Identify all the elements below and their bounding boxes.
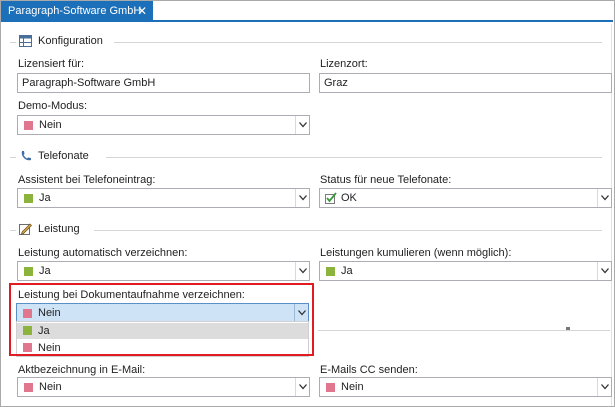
combo-value: Ja bbox=[341, 265, 353, 277]
section-leistung: Leistung bbox=[10, 223, 602, 237]
yes-status-icon bbox=[24, 194, 33, 203]
section-title: Leistung bbox=[38, 223, 80, 235]
assistent-label: Assistent bei Telefoneintrag: bbox=[18, 174, 156, 186]
tab-bar: Paragraph-Software GmbH ✕ bbox=[1, 1, 613, 22]
combo-value: Ja bbox=[39, 192, 51, 204]
tab-title: Paragraph-Software GmbH bbox=[8, 5, 142, 17]
chevron-down-icon[interactable] bbox=[295, 116, 309, 134]
section-divider-left bbox=[10, 157, 16, 158]
akt-combo[interactable]: Nein bbox=[17, 377, 310, 397]
section-divider bbox=[106, 157, 602, 158]
section-divider-left bbox=[10, 42, 16, 43]
combo-value: Ja bbox=[39, 265, 51, 277]
section-divider bbox=[114, 42, 602, 43]
combo-value: OK bbox=[341, 192, 357, 204]
chevron-down-icon[interactable] bbox=[597, 262, 611, 280]
chevron-down-icon[interactable] bbox=[295, 378, 309, 396]
demo-label: Demo-Modus: bbox=[18, 100, 88, 112]
table-icon bbox=[19, 35, 32, 47]
combo-value: Nein bbox=[341, 381, 364, 393]
edit-icon bbox=[19, 223, 32, 235]
cc-combo[interactable]: Nein bbox=[319, 377, 612, 397]
section-divider bbox=[318, 330, 610, 331]
chevron-down-icon[interactable] bbox=[295, 189, 309, 207]
akt-label: Aktbezeichnung in E-Mail: bbox=[18, 364, 146, 376]
check-icon bbox=[325, 192, 337, 204]
combo-value: Nein bbox=[39, 119, 62, 131]
close-icon[interactable]: ✕ bbox=[137, 1, 147, 22]
lizenzort-input[interactable]: Graz bbox=[319, 73, 612, 93]
yes-status-icon bbox=[24, 267, 33, 276]
kumulieren-combo[interactable]: Ja bbox=[319, 261, 612, 281]
lizenzort-label: Lizenzort: bbox=[320, 58, 368, 70]
no-status-icon bbox=[24, 121, 33, 130]
chevron-down-icon[interactable] bbox=[597, 189, 611, 207]
status-label: Status für neue Telefonate: bbox=[320, 174, 452, 186]
tab-paragraph-software[interactable]: Paragraph-Software GmbH ✕ bbox=[1, 1, 153, 22]
leistung-auto-combo[interactable]: Ja bbox=[17, 261, 310, 281]
phone-icon bbox=[21, 151, 31, 161]
section-divider bbox=[94, 230, 602, 231]
no-status-icon bbox=[326, 383, 335, 392]
cc-label: E-Mails CC senden: bbox=[320, 364, 418, 376]
section-title: Konfiguration bbox=[38, 35, 103, 47]
no-status-icon bbox=[24, 383, 33, 392]
lizensiert-label: Lizensiert für: bbox=[18, 58, 85, 70]
status-combo[interactable]: OK bbox=[319, 188, 612, 208]
kumulieren-label: Leistungen kumulieren (wenn möglich): bbox=[320, 247, 512, 259]
assistent-combo[interactable]: Ja bbox=[17, 188, 310, 208]
section-telefonate: Telefonate bbox=[10, 150, 602, 164]
yes-status-icon bbox=[326, 267, 335, 276]
section-title: Telefonate bbox=[38, 150, 89, 162]
highlight-box bbox=[9, 283, 314, 356]
section-divider-left bbox=[10, 230, 16, 231]
leistung-auto-label: Leistung automatisch verzeichnen: bbox=[18, 247, 188, 259]
lizensiert-input[interactable]: Paragraph-Software GmbH bbox=[17, 73, 310, 93]
chevron-down-icon[interactable] bbox=[295, 262, 309, 280]
section-konfiguration: Konfiguration bbox=[10, 35, 602, 49]
combo-value: Nein bbox=[39, 381, 62, 393]
chevron-down-icon[interactable] bbox=[597, 378, 611, 396]
demo-combo[interactable]: Nein bbox=[17, 115, 310, 135]
